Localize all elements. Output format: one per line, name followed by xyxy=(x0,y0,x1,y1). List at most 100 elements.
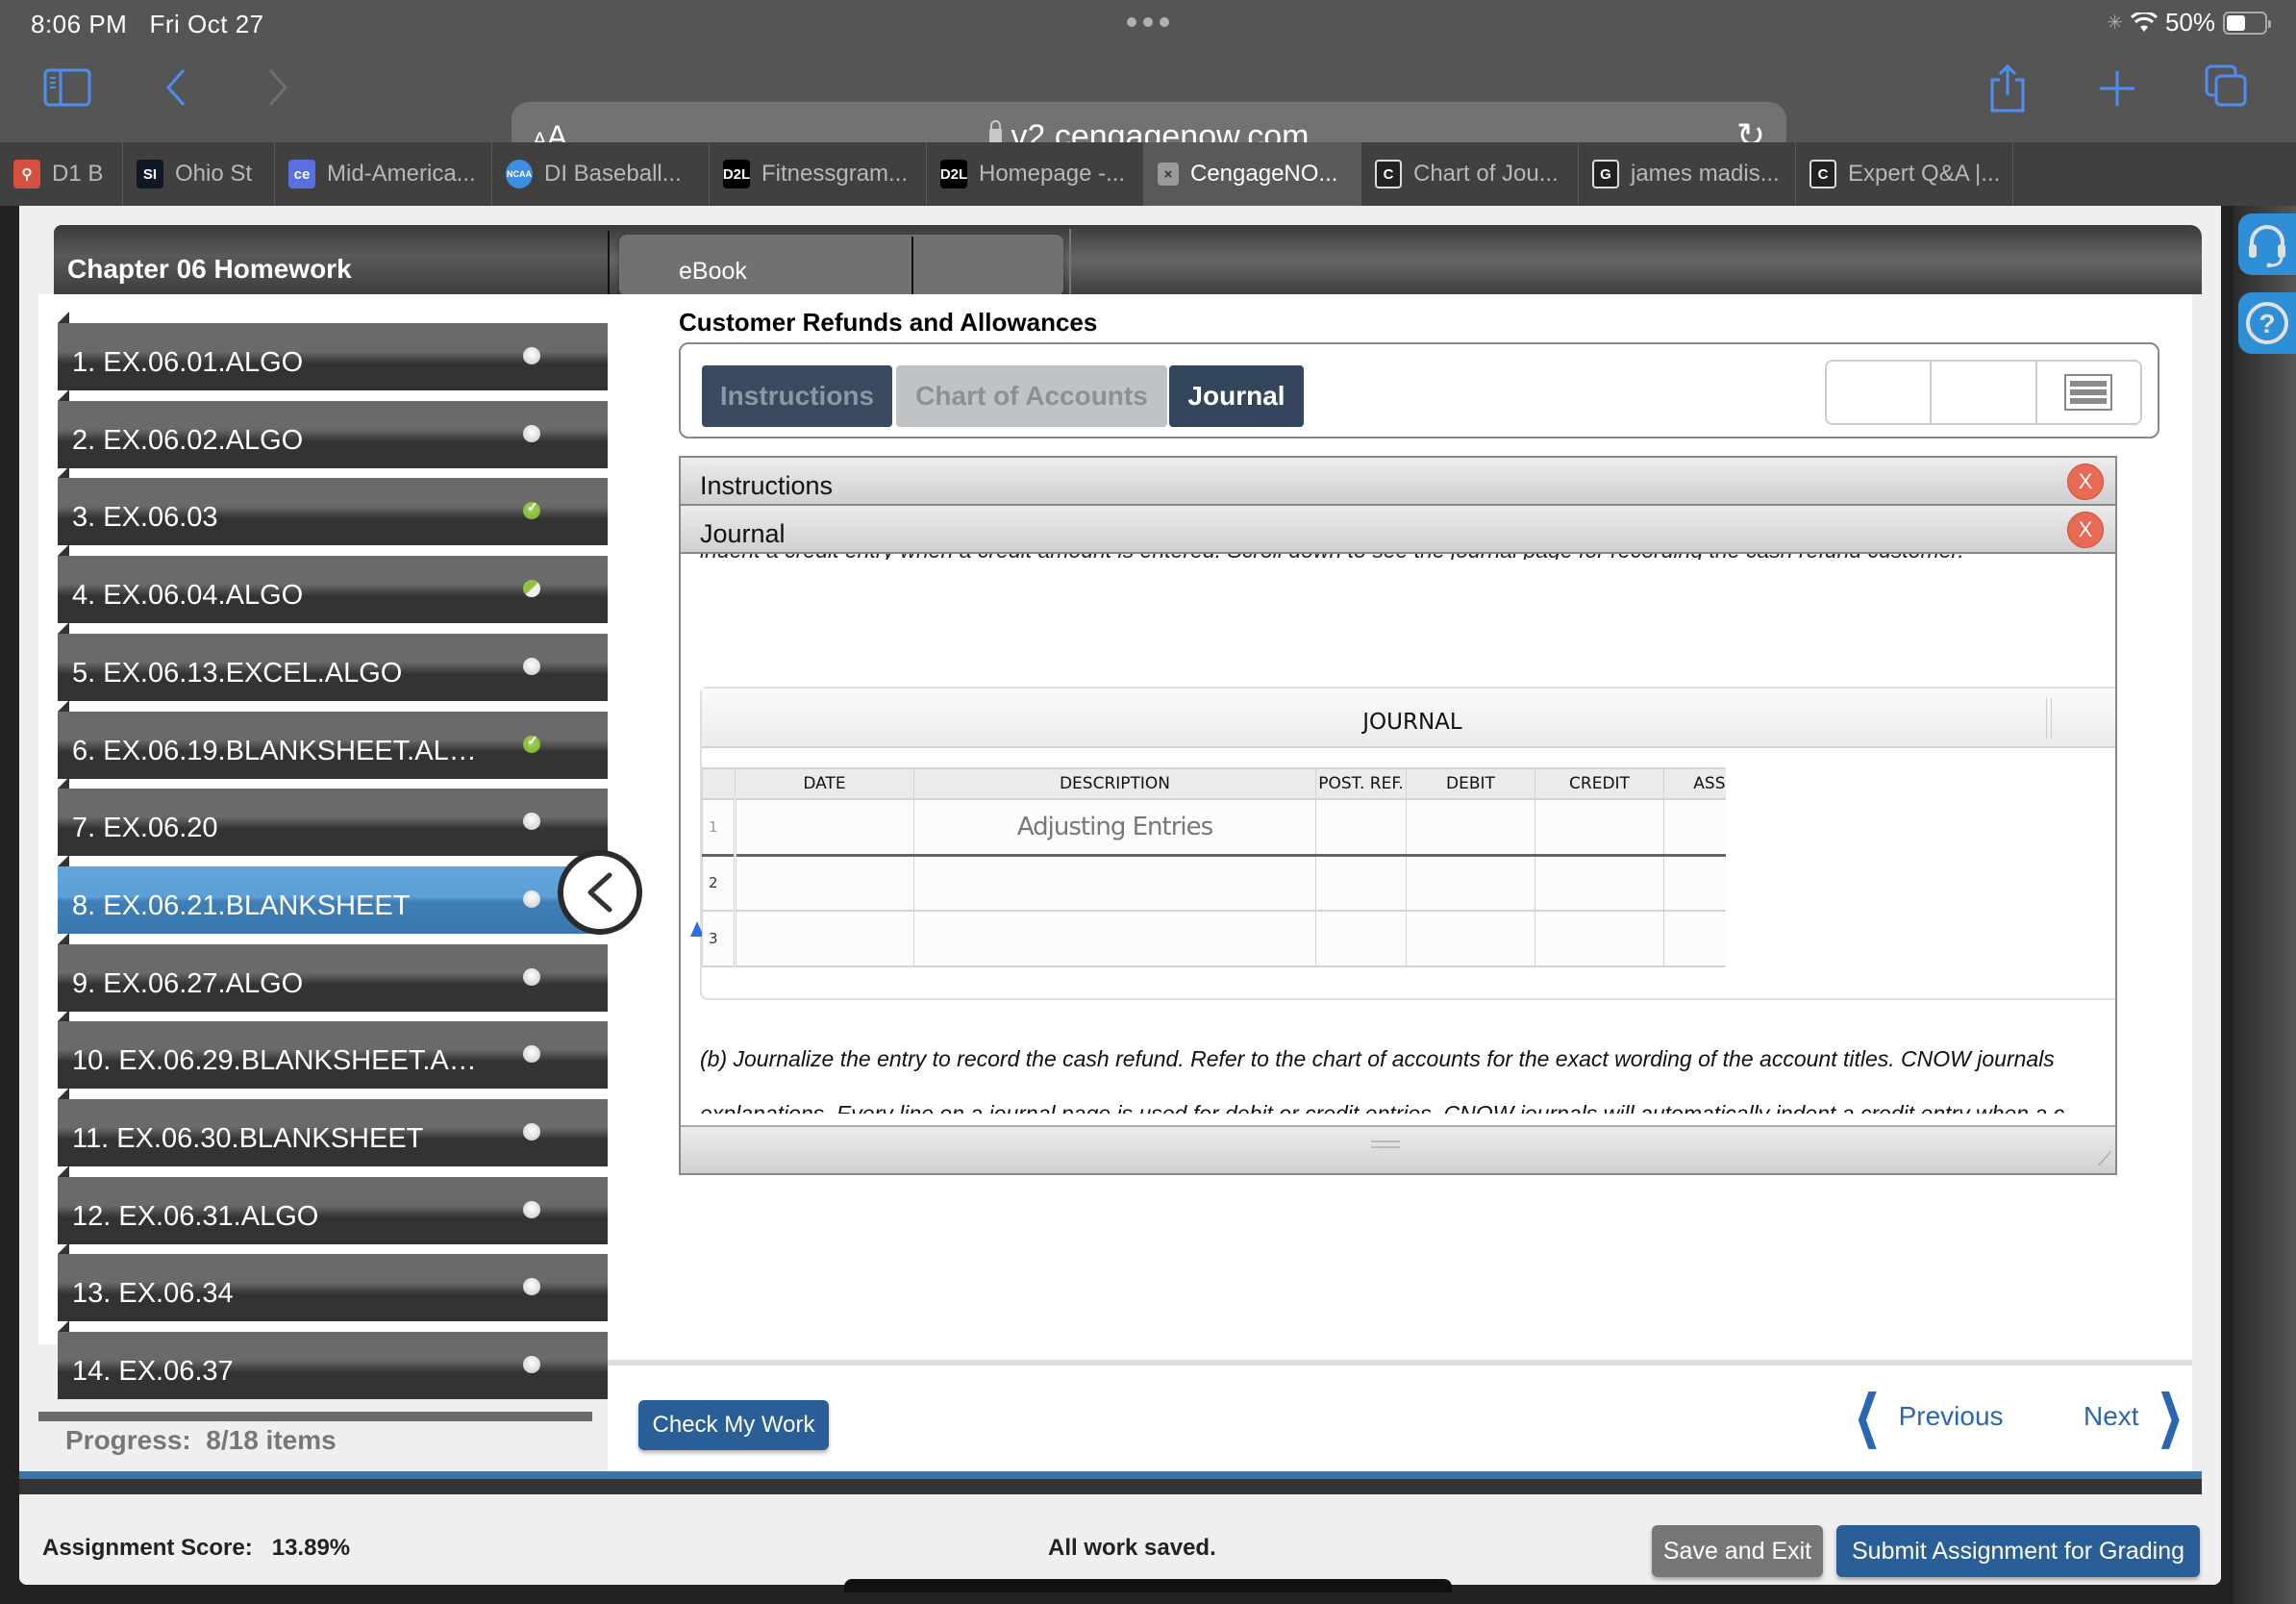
browser-tab[interactable]: NCAA DI Baseball... xyxy=(492,142,710,206)
date-cell[interactable] xyxy=(735,911,914,967)
collapse-sidebar-button[interactable] xyxy=(558,850,642,935)
battery-icon xyxy=(2223,11,2271,35)
instructions-panel-header[interactable]: Instructions X xyxy=(681,458,2115,506)
row-number: 2 xyxy=(702,855,736,912)
question-item[interactable]: 1. EX.06.01.ALGO xyxy=(58,312,611,390)
journal-panel-header[interactable]: Journal X xyxy=(681,506,2115,554)
d2l-logo-icon: D2L xyxy=(940,160,967,188)
description-cell[interactable] xyxy=(913,855,1316,912)
not-started-dot-icon xyxy=(523,967,540,986)
browser-tab[interactable]: SI Ohio St xyxy=(123,142,275,206)
d2l-logo-icon: D2L xyxy=(723,160,750,188)
post-ref-cell[interactable] xyxy=(1315,799,1407,857)
question-item[interactable]: 14. EX.06.37 xyxy=(58,1320,611,1400)
close-instructions-panel-button[interactable]: X xyxy=(2067,464,2104,500)
view-option-2[interactable] xyxy=(1932,362,2037,423)
multitasking-dots-icon[interactable] xyxy=(1127,17,1169,27)
share-icon[interactable] xyxy=(1986,62,2029,115)
question-item[interactable]: 2. EX.06.02.ALGO xyxy=(58,388,611,468)
browser-tab[interactable]: Gjames madis... xyxy=(1579,142,1796,206)
progress-indicator: Progress: 8/18 items xyxy=(65,1425,337,1456)
clock-time: 8:06 PM xyxy=(31,10,128,38)
sidebar-toggle-icon[interactable] xyxy=(42,67,92,108)
problem-title: Customer Refunds and Allowances xyxy=(679,308,1098,337)
cengage-page: Chapter 06 Homework eBook 1. EX.06.01.AL… xyxy=(19,206,2221,1585)
question-item[interactable]: 5. EX.06.13.EXCEL.ALGO xyxy=(58,621,611,701)
stacked-panels: indent a credit entry when a credit amou… xyxy=(679,456,2117,1175)
close-journal-panel-button[interactable]: X xyxy=(2067,512,2104,548)
description-cell[interactable]: Adjusting Entries xyxy=(913,799,1316,857)
question-item-label: 8. EX.06.21.BLANKSHEET xyxy=(72,890,411,921)
home-indicator xyxy=(844,1579,1452,1592)
journal-title: JOURNAL xyxy=(702,689,2115,748)
extra-cell[interactable] xyxy=(1663,911,1726,967)
browser-tab[interactable]: C Chart of Jou... xyxy=(1361,142,1579,206)
date-cell[interactable] xyxy=(735,799,914,857)
browser-tab-label: D1 B xyxy=(52,161,104,187)
not-started-dot-icon xyxy=(523,424,540,442)
question-item[interactable]: 7. EX.06.20 xyxy=(58,777,611,857)
date-cell[interactable] xyxy=(735,855,914,912)
activity-spinner-icon: ✳ xyxy=(2107,13,2123,34)
tab-overview-icon[interactable] xyxy=(2202,62,2250,110)
extra-cell[interactable] xyxy=(1663,799,1726,857)
question-item[interactable]: 6. EX.06.19.BLANKSHEET.AL… xyxy=(58,699,611,779)
question-item[interactable]: 8. EX.06.21.BLANKSHEET xyxy=(58,854,611,934)
question-item[interactable]: 13. EX.06.34 xyxy=(58,1242,611,1322)
browser-tab[interactable]: × CengageNO... xyxy=(1144,142,1361,206)
sidebar-bottom-strip xyxy=(38,1412,592,1421)
debit-cell[interactable] xyxy=(1406,855,1535,912)
view-option-1[interactable] xyxy=(1827,362,1933,423)
post-ref-cell[interactable] xyxy=(1315,911,1407,967)
browser-tab[interactable]: D2L Homepage -... xyxy=(927,142,1144,206)
tab-instructions[interactable]: Instructions xyxy=(702,365,892,427)
journal-panel-title: Journal xyxy=(700,519,786,548)
not-started-dot-icon xyxy=(523,813,540,831)
not-started-dot-icon xyxy=(523,1123,540,1140)
previous-button[interactable]: ❮ Previous xyxy=(1844,1385,2004,1447)
not-started-dot-icon xyxy=(523,1200,540,1218)
panel-resize-grip-icon[interactable] xyxy=(1371,1140,1400,1148)
column-post-ref: POST. REF. xyxy=(1315,767,1407,800)
debit-cell[interactable] xyxy=(1406,799,1535,857)
post-ref-cell[interactable] xyxy=(1315,855,1407,912)
resize-corner-icon[interactable]: ⟋ xyxy=(2098,1149,2111,1171)
tab-journal[interactable]: Journal xyxy=(1169,365,1304,427)
ncaa-logo-icon: NCAA xyxy=(506,160,533,188)
browser-tab[interactable]: ⚲ D1 B xyxy=(0,142,123,206)
support-button[interactable] xyxy=(2238,213,2296,275)
check-my-work-button[interactable]: Check My Work xyxy=(638,1400,829,1450)
debit-cell[interactable] xyxy=(1406,911,1535,967)
question-item[interactable]: 12. EX.06.31.ALGO xyxy=(58,1165,611,1244)
browser-tab[interactable]: ce Mid-America... xyxy=(275,142,492,206)
forward-icon[interactable] xyxy=(262,65,294,110)
next-button[interactable]: Next ❯ xyxy=(2084,1389,2193,1444)
column-debit: DEBIT xyxy=(1406,767,1535,800)
question-item-label: 10. EX.06.29.BLANKSHEET.A… xyxy=(72,1045,477,1077)
submit-assignment-button[interactable]: Submit Assignment for Grading xyxy=(1836,1525,2200,1577)
stacked-view-button[interactable] xyxy=(2037,362,2140,423)
question-item[interactable]: 11. EX.06.30.BLANKSHEET xyxy=(58,1088,611,1166)
browser-tab[interactable]: C Expert Q&A |... xyxy=(1796,142,2013,206)
extra-cell[interactable] xyxy=(1663,855,1726,912)
close-tab-icon: × xyxy=(1158,163,1179,186)
new-tab-icon[interactable] xyxy=(2096,67,2138,110)
credit-cell[interactable] xyxy=(1535,799,1664,857)
chevron-left-icon: ❮ xyxy=(1854,1385,1881,1447)
browser-tab[interactable]: D2L Fitnessgram... xyxy=(710,142,927,206)
next-label: Next xyxy=(2084,1401,2139,1431)
credit-cell[interactable] xyxy=(1535,855,1664,912)
back-icon[interactable] xyxy=(160,65,192,110)
stacked-layout-icon xyxy=(2064,374,2113,411)
question-item[interactable]: 4. EX.06.04.ALGO xyxy=(58,544,611,624)
question-item[interactable]: 9. EX.06.27.ALGO xyxy=(58,932,611,1012)
description-cell[interactable] xyxy=(913,911,1316,967)
help-button[interactable]: ? xyxy=(2238,292,2296,354)
tab-chart-of-accounts[interactable]: Chart of Accounts xyxy=(896,365,1167,427)
save-and-exit-button[interactable]: Save and Exit xyxy=(1652,1525,1823,1577)
question-item[interactable]: 10. EX.06.29.BLANKSHEET.A… xyxy=(58,1010,611,1090)
status-time: 8:06 PM Fri Oct 27 xyxy=(31,10,264,39)
credit-cell[interactable] xyxy=(1535,911,1664,967)
question-item[interactable]: 3. EX.06.03 xyxy=(58,466,611,546)
ebook-button[interactable]: eBook xyxy=(619,235,1063,296)
